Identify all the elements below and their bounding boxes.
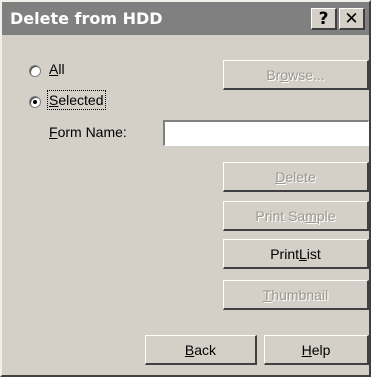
help-button[interactable]: Help bbox=[264, 335, 369, 365]
title-bar[interactable]: Delete from HDD ? ✕ bbox=[2, 2, 369, 35]
radio-selected-dot bbox=[33, 100, 37, 104]
selected-radio-label[interactable]: Selected bbox=[47, 90, 106, 110]
window-title: Delete from HDD bbox=[10, 9, 163, 28]
print-sample-button[interactable]: Print Sa m ple bbox=[223, 201, 369, 231]
form-name-label: Form Name: bbox=[49, 124, 127, 140]
delete-button[interactable]: Delete bbox=[223, 162, 369, 192]
back-button[interactable]: Back bbox=[145, 335, 257, 365]
all-radio-label[interactable]: All bbox=[49, 61, 65, 77]
print-list-button[interactable]: Print List bbox=[223, 239, 369, 269]
help-icon[interactable]: ? bbox=[311, 8, 337, 30]
browse-button[interactable]: Br o wse... bbox=[223, 60, 369, 90]
all-radio-button[interactable] bbox=[29, 65, 41, 77]
thumbnail-button[interactable]: Thumbnail bbox=[223, 280, 369, 310]
delete-from-hdd-dialog: Delete from HDD ? ✕ All Selected Form Na… bbox=[0, 0, 371, 377]
form-name-input[interactable] bbox=[163, 120, 369, 146]
close-icon[interactable]: ✕ bbox=[339, 8, 365, 30]
selected-radio-button[interactable] bbox=[29, 96, 41, 108]
